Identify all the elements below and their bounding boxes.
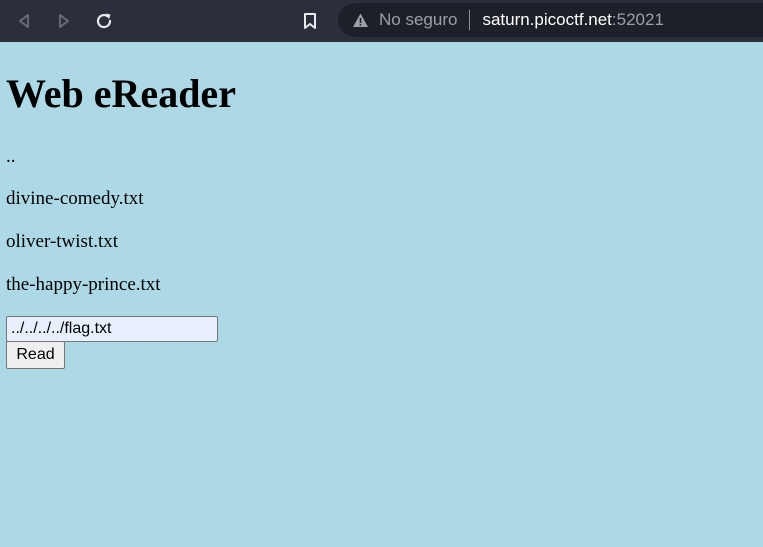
back-arrow-icon [19, 14, 29, 28]
reload-button[interactable] [92, 9, 116, 33]
read-button[interactable]: Read [6, 341, 65, 369]
browser-toolbar: No seguro saturn.picoctf.net:52021 [0, 0, 763, 42]
file-link-happy-prince[interactable]: the-happy-prince.txt [6, 274, 161, 296]
back-button[interactable] [12, 9, 36, 33]
address-bar-divider [469, 10, 471, 30]
bookmark-button[interactable] [298, 9, 322, 33]
url-port: :52021 [611, 10, 664, 29]
file-link-parent[interactable]: .. [6, 146, 16, 168]
page-content: Web eReader .. divine-comedy.txt oliver-… [0, 42, 763, 547]
security-status-label: No seguro [379, 10, 458, 29]
file-link-oliver-twist[interactable]: oliver-twist.txt [6, 231, 118, 253]
file-link-divine-comedy[interactable]: divine-comedy.txt [6, 188, 144, 210]
page-title: Web eReader [6, 71, 236, 116]
bookmark-icon [304, 13, 316, 29]
address-bar[interactable]: No seguro saturn.picoctf.net:52021 [338, 3, 763, 37]
forward-arrow-icon [59, 14, 69, 28]
filename-input[interactable] [6, 316, 218, 342]
url-host: saturn.picoctf.net [482, 10, 612, 29]
forward-button[interactable] [52, 9, 76, 33]
warning-icon [353, 13, 368, 27]
reload-icon [96, 13, 112, 29]
